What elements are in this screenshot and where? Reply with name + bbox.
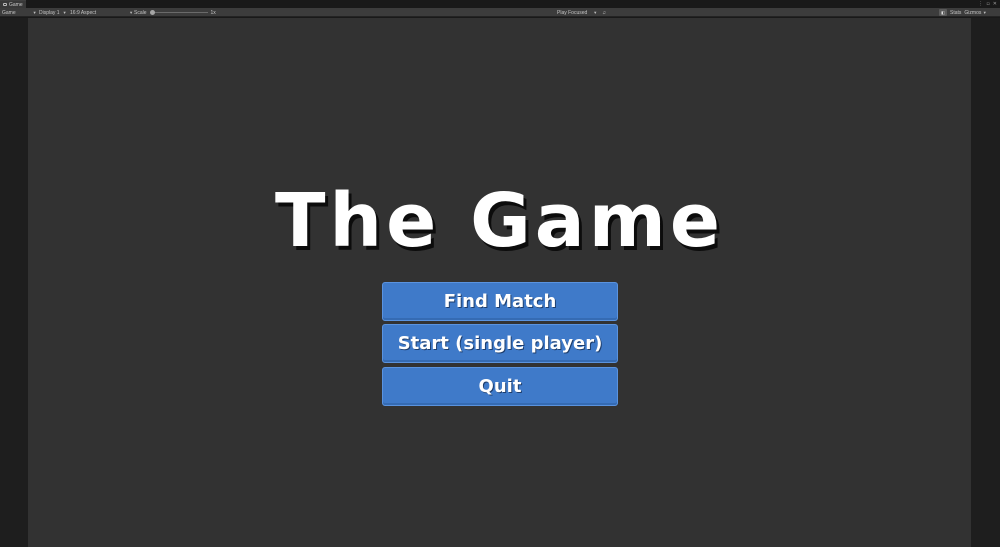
play-mode-dropdown[interactable]: Play Focused ▼ ♫ bbox=[557, 8, 606, 17]
aspect-label: 16:9 Aspect bbox=[70, 9, 97, 16]
letterbox-right bbox=[971, 18, 1000, 547]
view-mode-dropdown[interactable]: Game ▼ bbox=[2, 8, 37, 17]
chevron-down-icon: ▼ bbox=[32, 10, 37, 15]
more-options-icon[interactable]: ⋮ bbox=[978, 1, 983, 7]
chevron-down-icon: ▼ bbox=[129, 10, 134, 15]
close-icon[interactable]: ✕ bbox=[993, 1, 997, 7]
scale-label: Scale bbox=[134, 9, 147, 16]
start-single-player-button[interactable]: Start (single player) bbox=[382, 324, 618, 363]
letterbox-left bbox=[0, 18, 28, 547]
audio-mute-icon[interactable]: ♫ bbox=[602, 10, 606, 16]
game-viewport[interactable]: The Game Find Match Start (single player… bbox=[28, 18, 971, 547]
maximize-icon[interactable]: ▫ bbox=[986, 1, 989, 7]
display-dropdown[interactable]: Display 1 ▼ bbox=[39, 8, 67, 17]
game-toolbar: Game ▼ Display 1 ▼ 16:9 Aspect ▼ Scale 1… bbox=[0, 8, 1000, 17]
start-single-player-label: Start (single player) bbox=[397, 333, 603, 354]
scale-slider[interactable] bbox=[149, 10, 208, 15]
aspect-dropdown[interactable]: 16:9 Aspect ▼ bbox=[70, 8, 133, 17]
tab-game[interactable]: Game bbox=[0, 0, 26, 8]
editor-tab-strip: Game ⋮ ▫ ✕ bbox=[0, 0, 1000, 8]
view-mode-label: Game bbox=[2, 9, 16, 16]
chevron-down-icon: ▼ bbox=[62, 10, 67, 15]
toolbar-right: ◧ Stats Gizmos ▼ bbox=[939, 8, 987, 17]
chevron-down-icon: ▼ bbox=[982, 9, 987, 15]
gamepad-icon bbox=[3, 3, 7, 6]
display-label: Display 1 bbox=[39, 9, 60, 16]
chevron-down-icon: ▼ bbox=[593, 10, 598, 15]
tab-label: Game bbox=[9, 1, 23, 8]
game-title: The Game bbox=[274, 178, 725, 264]
quit-button[interactable]: Quit bbox=[382, 367, 618, 406]
find-match-button[interactable]: Find Match bbox=[382, 282, 618, 321]
gizmos-label: Gizmos bbox=[964, 9, 982, 16]
stats-button[interactable]: Stats bbox=[950, 10, 961, 16]
tab-controls: ⋮ ▫ ✕ bbox=[978, 0, 1000, 8]
find-match-label: Find Match bbox=[443, 291, 557, 312]
scale-slider-knob[interactable] bbox=[149, 10, 155, 15]
gizmos-dropdown[interactable]: Gizmos ▼ bbox=[964, 10, 986, 16]
play-mode-label: Play Focused bbox=[557, 9, 588, 16]
quit-label: Quit bbox=[478, 376, 522, 397]
scale-control: Scale 1x bbox=[134, 8, 216, 17]
gizmo-toggle-icon[interactable]: ◧ bbox=[939, 9, 947, 16]
scale-value: 1x bbox=[210, 9, 216, 16]
